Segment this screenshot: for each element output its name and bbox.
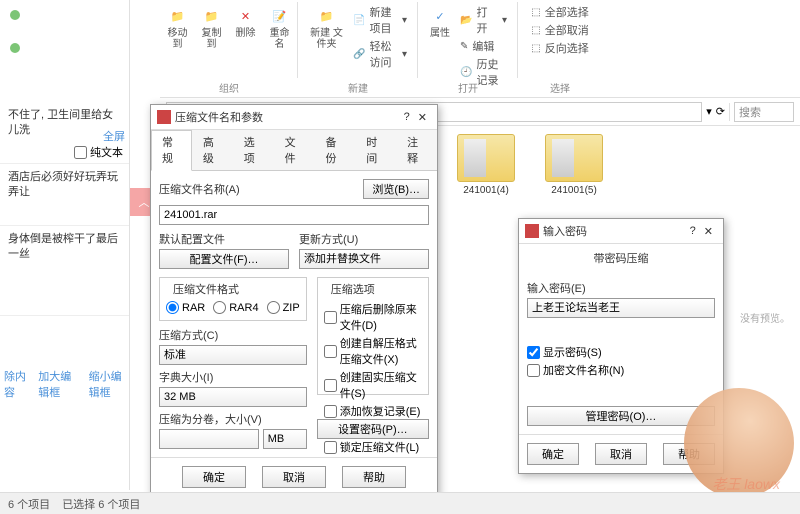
close-icon[interactable]: ✕ [700,225,717,238]
tab-options[interactable]: 选项 [233,130,274,170]
tab-comment[interactable]: 注释 [396,130,437,170]
opt-lock-checkbox[interactable]: 锁定压缩文件(L) [324,439,422,455]
folder-label: 241001(5) [551,185,597,196]
split-unit-select[interactable]: MB [263,429,307,449]
new-folder-button[interactable]: 📁新建 文件夹 [304,2,349,72]
method-label: 压缩方式(C) [159,327,307,343]
tab-advanced[interactable]: 高级 [192,130,233,170]
status-bar: 6 个项目 已选择 6 个项目 [0,492,800,514]
help-icon[interactable]: ? [686,225,700,237]
password-label: 输入密码(E) [527,280,715,296]
easy-access-button[interactable]: 🔗轻松访问 ▾ [353,38,407,70]
select-all-button[interactable]: ⬚全部选择 [531,4,588,20]
options-group-label: 压缩选项 [328,281,378,297]
password-input[interactable]: 上老王论坛当老王 [527,298,715,318]
update-mode-label: 更新方式(U) [299,231,429,247]
folder-item[interactable]: 241001(4) [452,134,520,196]
edit-button[interactable]: ✎编辑 [460,38,507,54]
folder-icon [545,134,603,182]
select-none-button[interactable]: ⬚全部取消 [531,22,588,38]
profile-label: 默认配置文件 [159,231,289,247]
app-icon [525,224,539,238]
format-rar4-radio[interactable]: RAR4 [213,301,258,314]
help-icon[interactable]: ? [400,111,414,123]
note-text: 酒店后必须好好玩弄玩弄让 [8,170,121,201]
password-header: 带密码压缩 [519,244,723,272]
folder-grid: 241001(4) 241001(5) [452,134,608,196]
plaintext-checkbox[interactable]: 纯文本 [74,144,123,160]
ok-button[interactable]: 确定 [182,466,246,488]
format-rar-radio[interactable]: RAR [166,301,205,314]
format-zip-radio[interactable]: ZIP [267,301,300,314]
ok-button[interactable]: 确定 [527,443,579,465]
format-group-label: 压缩文件格式 [170,281,242,297]
status-dot-icon [10,10,20,20]
new-item-button[interactable]: 📄新建项目 ▾ [353,4,407,36]
ribbon-group-label: 打开 [418,78,518,97]
search-input[interactable]: 搜索 [734,102,794,122]
refresh-icon[interactable]: ⟳ [716,105,725,118]
set-password-button[interactable]: 设置密码(P)… [317,419,429,439]
folder-item[interactable]: 241001(5) [540,134,608,196]
dialog-title: 输入密码 [543,223,686,239]
properties-button[interactable]: ✓属性 [424,2,456,90]
dict-select[interactable]: 32 MB [159,387,307,407]
delete-button[interactable]: ✕删除 [230,2,262,52]
split-label: 压缩为分卷，大小(V) [159,411,307,427]
explorer-ribbon: 📁移动到 📁复制到 ✕删除 📝重命名 📁新建 文件夹 📄新建项目 ▾ 🔗轻松访问… [160,0,800,98]
item-count: 6 个项目 [8,496,50,512]
opt-delete-checkbox[interactable]: 压缩后删除原来文件(D) [324,301,422,333]
move-to-button[interactable]: 📁移动到 [162,2,194,52]
invert-selection-button[interactable]: ⬚反向选择 [531,40,588,56]
opt-sfx-checkbox[interactable]: 创建自解压格式压缩文件(X) [324,335,422,367]
encrypt-names-checkbox[interactable]: 加密文件名称(N) [527,362,715,378]
tab-files[interactable]: 文件 [274,130,315,170]
show-password-checkbox[interactable]: 显示密码(S) [527,344,715,360]
dropdown-icon[interactable]: ▾ [706,105,712,118]
browse-button[interactable]: 浏览(B)… [363,179,429,199]
ribbon-group-label: 选择 [518,78,602,97]
app-icon [157,110,171,124]
cancel-button[interactable]: 取消 [595,443,647,465]
zoom-in-link[interactable]: 加大编辑框 [38,368,78,400]
profile-button[interactable]: 配置文件(F)… [159,249,289,269]
left-notes-panel: 全屏 纯文本 不住了, 卫生间里给女儿洗 酒店后必须好好玩弄玩弄让 身体倒是被榨… [0,0,130,490]
cancel-button[interactable]: 取消 [262,466,326,488]
close-icon[interactable]: ✕ [414,111,431,124]
compress-dialog: 压缩文件名和参数 ? ✕ 常规 高级 选项 文件 备份 时间 注释 压缩文件名称… [150,104,438,497]
selected-count: 已选择 6 个项目 [62,496,140,512]
dict-label: 字典大小(I) [159,369,307,385]
status-dot-icon [10,43,20,53]
opt-solid-checkbox[interactable]: 创建固实压缩文件(S) [324,369,422,401]
folder-label: 241001(4) [463,185,509,196]
remove-content-link[interactable]: 除内容 [4,368,28,400]
tab-backup[interactable]: 备份 [314,130,355,170]
opt-recovery-checkbox[interactable]: 添加恢复记录(E) [324,403,422,419]
filename-input[interactable] [159,205,429,225]
tab-general[interactable]: 常规 [151,130,192,171]
filename-label: 压缩文件名称(A) [159,181,240,197]
dialog-title: 压缩文件名和参数 [175,109,400,125]
zoom-out-link[interactable]: 缩小编辑框 [89,368,129,400]
split-size-select[interactable] [159,429,259,449]
update-mode-select[interactable]: 添加并替换文件 [299,249,429,269]
folder-icon [457,134,515,182]
fullscreen-link[interactable]: 全屏 [103,128,125,144]
open-button[interactable]: 📂打开 ▾ [460,4,507,36]
help-button[interactable]: 帮助 [342,466,406,488]
ribbon-group-label: 组织 [160,78,298,97]
no-preview-text: 没有预览。 [740,310,790,325]
ribbon-group-label: 新建 [298,78,418,97]
copy-to-button[interactable]: 📁复制到 [196,2,228,52]
dialog-tabs: 常规 高级 选项 文件 备份 时间 注释 [151,130,437,171]
watermark-text: 老王 laowx [712,474,780,494]
rename-button[interactable]: 📝重命名 [264,2,296,52]
method-select[interactable]: 标准 [159,345,307,365]
tab-time[interactable]: 时间 [355,130,396,170]
note-text: 身体倒是被榨干了最后一丝 [8,232,121,263]
